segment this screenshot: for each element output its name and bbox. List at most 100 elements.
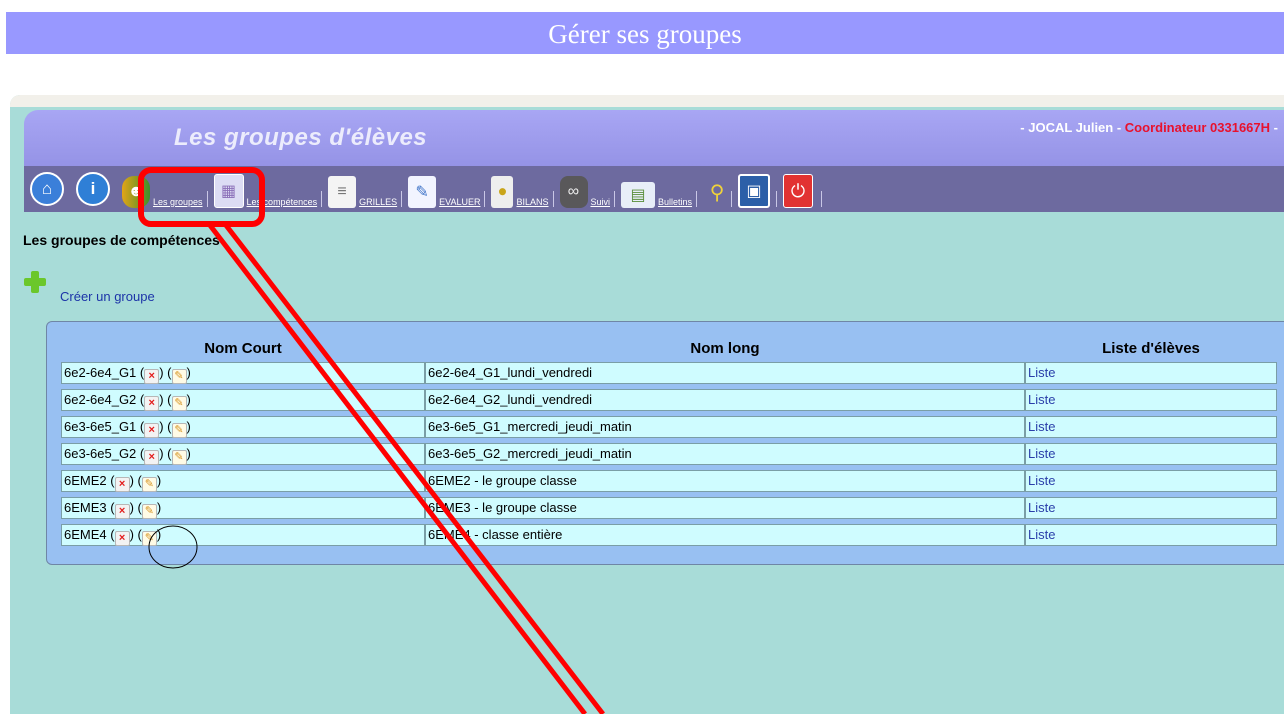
short-name-cell: 6e2-6e4_G2 (×) (✎) bbox=[61, 389, 425, 411]
short-name-text: 6e3-6e5_G1 bbox=[64, 419, 137, 434]
short-name-text: 6EME4 bbox=[64, 527, 107, 542]
student-list-link[interactable]: Liste bbox=[1025, 416, 1277, 438]
toolbar-suivi[interactable]: ∞ Suivi bbox=[559, 170, 616, 212]
user-search-icon[interactable]: ⚲ bbox=[703, 176, 731, 208]
student-list-link[interactable]: Liste bbox=[1025, 362, 1277, 384]
long-name-cell: 6EME3 - le groupe classe bbox=[425, 497, 1025, 519]
toolbar-groups-label[interactable]: Les groupes bbox=[153, 197, 203, 207]
power-icon[interactable]: ⏻ bbox=[783, 174, 814, 208]
delete-icon[interactable]: × bbox=[144, 450, 160, 465]
toolbar-separator bbox=[731, 191, 733, 207]
column-header-long-name: Nom long bbox=[690, 340, 760, 357]
long-name-cell: 6e2-6e4_G1_lundi_vendredi bbox=[425, 362, 1025, 384]
create-group-link[interactable]: Créer un groupe bbox=[60, 289, 155, 304]
user-info: - JOCAL Julien - Coordinateur 0331667H - bbox=[1020, 120, 1278, 135]
app-top-strip bbox=[10, 95, 1284, 107]
delete-icon[interactable]: × bbox=[144, 423, 160, 438]
student-list-link[interactable]: Liste bbox=[1025, 497, 1277, 519]
toolbar-separator bbox=[552, 191, 554, 207]
short-name-text: 6EME3 bbox=[64, 500, 107, 515]
section-title: Les groupes de compétences bbox=[23, 232, 220, 248]
toolbar-separator bbox=[614, 191, 616, 207]
short-name-text: 6e2-6e4_G2 bbox=[64, 392, 137, 407]
info-icon[interactable]: i bbox=[76, 172, 110, 206]
column-header-student-list: Liste d'élèves bbox=[1102, 340, 1200, 357]
long-name-cell: 6EME2 - le groupe classe bbox=[425, 470, 1025, 492]
short-name-text: 6e3-6e5_G2 bbox=[64, 446, 137, 461]
app-title: Les groupes d'élèves bbox=[174, 124, 428, 151]
short-name-cell: 6e3-6e5_G1 (×) (✎) bbox=[61, 416, 425, 438]
toolbar-separator bbox=[206, 191, 208, 207]
toolbar-info[interactable]: i bbox=[76, 170, 110, 212]
document-icon[interactable]: ≡ bbox=[328, 176, 357, 208]
toolbar-grilles-label[interactable]: GRILLES bbox=[359, 197, 397, 207]
toolbar-separator bbox=[401, 191, 403, 207]
app-window: Les groupes d'élèves - JOCAL Julien - Co… bbox=[10, 95, 1284, 714]
long-name-cell: 6e2-6e4_G2_lundi_vendredi bbox=[425, 389, 1025, 411]
short-name-cell: 6EME4 (×) (✎) bbox=[61, 524, 425, 546]
short-name-cell: 6EME2 (×) (✎) bbox=[61, 470, 425, 492]
report-card-icon[interactable]: ▤ bbox=[621, 182, 656, 208]
long-name-cell: 6EME4 - classe entière bbox=[425, 524, 1025, 546]
delete-icon[interactable]: × bbox=[114, 504, 130, 519]
traffic-light-icon[interactable]: ⦁ bbox=[491, 176, 514, 208]
toolbar-logout[interactable]: ⏻ bbox=[783, 170, 823, 212]
student-list-link[interactable]: Liste bbox=[1025, 524, 1277, 546]
short-name-text: 6e2-6e4_G1 bbox=[64, 365, 137, 380]
short-name-text: 6EME2 bbox=[64, 473, 107, 488]
delete-icon[interactable]: × bbox=[114, 477, 130, 492]
main-toolbar: ⌂ i ☻ Les groupes ▦ Les compétences ≡ GR… bbox=[24, 166, 1284, 212]
toolbar-competences-label[interactable]: Les compétences bbox=[247, 197, 318, 207]
toolbox-icon[interactable]: ▣ bbox=[738, 174, 771, 208]
toolbar-bilans-label[interactable]: BILANS bbox=[516, 197, 548, 207]
toolbar-groups[interactable]: ☻ Les groupes bbox=[122, 170, 208, 212]
toolbar-home[interactable]: ⌂ bbox=[30, 170, 64, 212]
edit-icon[interactable]: ✎ bbox=[171, 423, 187, 438]
pencil-note-icon[interactable]: ✎ bbox=[408, 176, 437, 208]
toolbar-evaluer[interactable]: ✎ EVALUER bbox=[408, 170, 486, 212]
toolbar-bilans[interactable]: ⦁ BILANS bbox=[491, 170, 554, 212]
toolbar-separator bbox=[321, 191, 323, 207]
delete-icon[interactable]: × bbox=[144, 369, 160, 384]
short-name-cell: 6e3-6e5_G2 (×) (✎) bbox=[61, 443, 425, 465]
delete-icon[interactable]: × bbox=[144, 396, 160, 411]
edit-icon[interactable]: ✎ bbox=[171, 450, 187, 465]
toolbar-suivi-label[interactable]: Suivi bbox=[591, 197, 611, 207]
toolbar-competences[interactable]: ▦ Les compétences bbox=[213, 170, 323, 212]
user-suffix: - bbox=[1273, 120, 1278, 135]
edit-icon[interactable]: ✎ bbox=[141, 477, 157, 492]
long-name-cell: 6e3-6e5_G2_mercredi_jeudi_matin bbox=[425, 443, 1025, 465]
users-group-icon[interactable]: ☻ bbox=[122, 176, 150, 208]
toolbar-separator bbox=[696, 191, 698, 207]
short-name-cell: 6e2-6e4_G1 (×) (✎) bbox=[61, 362, 425, 384]
home-icon[interactable]: ⌂ bbox=[30, 172, 64, 206]
long-name-cell: 6e3-6e5_G1_mercredi_jeudi_matin bbox=[425, 416, 1025, 438]
column-header-short-name: Nom Court bbox=[204, 340, 282, 357]
toolbar-evaluer-label[interactable]: EVALUER bbox=[439, 197, 480, 207]
groups-table: Nom Court Nom long Liste d'élèves 6e2-6e… bbox=[46, 321, 1284, 565]
toolbar-separator bbox=[484, 191, 486, 207]
toolbar-admin[interactable]: ▣ bbox=[738, 170, 778, 212]
edit-icon[interactable]: ✎ bbox=[171, 396, 187, 411]
toolbar-bulletins-label[interactable]: Bulletins bbox=[658, 197, 692, 207]
toolbar-bulletins[interactable]: ▤ Bulletins bbox=[621, 170, 698, 212]
binoculars-icon[interactable]: ∞ bbox=[559, 176, 588, 208]
toolbar-search-user[interactable]: ⚲ bbox=[703, 170, 733, 212]
short-name-cell: 6EME3 (×) (✎) bbox=[61, 497, 425, 519]
calendar-icon[interactable]: ▦ bbox=[213, 174, 244, 208]
toolbar-grilles[interactable]: ≡ GRILLES bbox=[328, 170, 403, 212]
student-list-link[interactable]: Liste bbox=[1025, 470, 1277, 492]
user-name: - JOCAL Julien - bbox=[1020, 120, 1122, 135]
edit-icon[interactable]: ✎ bbox=[141, 531, 157, 546]
toolbar-separator bbox=[776, 191, 778, 207]
delete-icon[interactable]: × bbox=[114, 531, 130, 546]
plus-icon[interactable] bbox=[24, 271, 46, 293]
page-title: Gérer ses groupes bbox=[6, 12, 1284, 54]
edit-icon[interactable]: ✎ bbox=[171, 369, 187, 384]
app-header: Les groupes d'élèves - JOCAL Julien - Co… bbox=[24, 110, 1284, 166]
user-role: Coordinateur 0331667H bbox=[1124, 120, 1271, 135]
student-list-link[interactable]: Liste bbox=[1025, 443, 1277, 465]
student-list-link[interactable]: Liste bbox=[1025, 389, 1277, 411]
toolbar-separator bbox=[821, 191, 823, 207]
edit-icon[interactable]: ✎ bbox=[141, 504, 157, 519]
